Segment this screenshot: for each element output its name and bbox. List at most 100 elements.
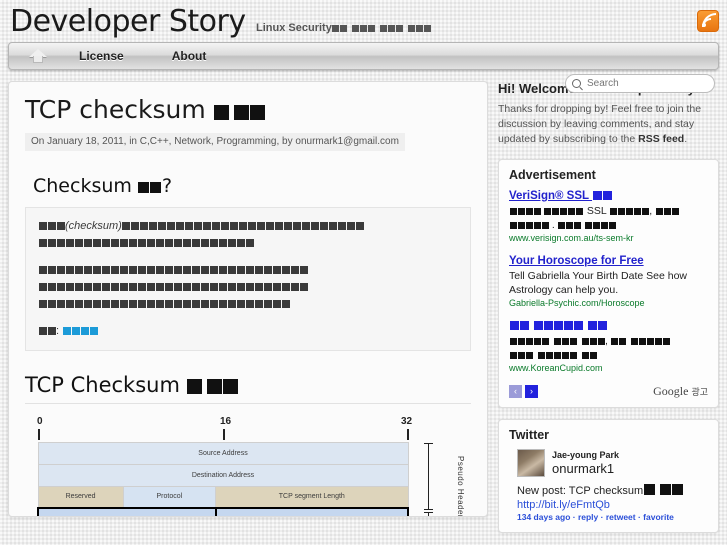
tofu-link-run[interactable] (59, 325, 98, 337)
advertisement-title: Advertisement (509, 168, 596, 182)
table-row: Source Port Destination Port (37, 507, 410, 516)
tofu-run (38, 325, 56, 337)
ad-url[interactable]: www.verisign.com.au/ts-sem-kr (509, 232, 708, 245)
twitter-user[interactable]: Jae-young Park onurmark1 (517, 449, 708, 477)
page-root: Developer Story Linux Security License A… (0, 0, 727, 545)
tofu-run (38, 220, 65, 232)
ad-body: , (509, 334, 708, 362)
field-reserved: Reserved (37, 485, 124, 509)
section-heading-suffix: ? (161, 174, 173, 197)
ad-body: Tell Gabriella Your Birth Date See how A… (509, 270, 688, 296)
ad-footer: ‹ › Google 광고 (509, 384, 708, 399)
ad-item: , www.KoreanCupid.com (509, 319, 708, 375)
ad-body: SSL , . (509, 204, 708, 232)
ad-pagination: ‹ › (509, 385, 538, 398)
welcome-text-after: . (684, 133, 688, 145)
ad-item: Your Horoscope for Free Tell Gabriella Y… (509, 254, 708, 310)
advertisement-card: Advertisement VeriSign® SSL SSL , . www.… (498, 159, 719, 408)
ad-link-text: VeriSign® SSL (509, 190, 593, 202)
ad-next-button[interactable]: › (525, 385, 538, 398)
diagram-bit-scale: 0 16 32 (37, 416, 459, 442)
twitter-post-label: New post: TCP checksum (517, 485, 644, 497)
ad-inline-text: SSL (586, 205, 607, 217)
quote-italic-term: (checksum) (65, 219, 122, 232)
twitter-retweet-action[interactable]: retweet (606, 512, 636, 522)
ad-prev-button[interactable]: ‹ (509, 385, 522, 398)
quote-paragraph-1: (checksum) (38, 218, 458, 252)
google-wordmark: Google (653, 384, 689, 398)
quote-paragraph-2 (38, 262, 458, 313)
nav-item-about[interactable]: About (148, 42, 231, 70)
tofu-run (509, 205, 587, 217)
post-title: TCP checksum (25, 96, 471, 124)
field-source-address: Source Address (37, 441, 409, 465)
main-nav: License About (8, 42, 719, 70)
tagline-text: Linux Security (256, 22, 332, 34)
ad-url[interactable]: www.KoreanCupid.com (509, 362, 708, 375)
table-row: Reserved Protocol TCP segment Length (37, 485, 409, 509)
section-heading-2-text: TCP Checksum (25, 372, 180, 397)
avatar (517, 449, 545, 477)
sep: · (570, 512, 578, 522)
nav-item-license[interactable]: License (55, 42, 148, 70)
ad-link-tofu (509, 320, 607, 332)
site-tagline: Linux Security (256, 16, 432, 40)
section-heading-tcp-checksum: TCP Checksum (25, 373, 471, 397)
pseudo-header-brace (424, 442, 433, 510)
twitter-post-link[interactable]: http://bit.ly/eFmtQb (517, 499, 708, 511)
nav-item-home[interactable] (21, 42, 55, 70)
google-ads-suffix: 광고 (691, 388, 708, 398)
scale-label-32: 32 (401, 415, 413, 427)
divider (25, 402, 471, 404)
post-title-tofu (206, 95, 266, 124)
twitter-favorite-action[interactable]: favorite (643, 512, 674, 522)
twitter-title: Twitter (509, 428, 550, 442)
twitter-handle: onurmark1 (552, 461, 615, 476)
twitter-post-text: New post: TCP checksum (517, 484, 708, 499)
search-box[interactable] (565, 74, 715, 93)
rss-icon[interactable] (697, 10, 719, 32)
section-heading-checksum: Checksum ? (33, 175, 471, 197)
diagram-table: Source Address Destination Address Reser… (37, 441, 410, 516)
field-destination-address: Destination Address (37, 463, 409, 487)
welcome-body: Thanks for dropping by! Feel free to joi… (498, 102, 719, 147)
search-input[interactable] (585, 77, 708, 90)
section-heading-tofu (138, 175, 162, 197)
field-tcp-seg-len: TCP segment Length (215, 485, 409, 509)
rss-feed-link[interactable]: RSS feed (638, 133, 684, 145)
field-source-port: Source Port (37, 507, 217, 516)
ad-link-koreancupid[interactable] (509, 319, 708, 333)
tofu-run (38, 264, 308, 310)
twitter-display-name: Jae-young Park (552, 450, 620, 460)
twitter-timestamp: 134 days ago (517, 512, 571, 522)
site-title[interactable]: Developer Story (10, 4, 246, 40)
tagline-tofu (332, 22, 432, 34)
home-icon-body (33, 56, 43, 63)
ad-url[interactable]: Gabriella-Psychic.com/Horoscope (509, 297, 708, 310)
sidebar: Hi! Welcome to Developer Story! Thanks f… (498, 81, 719, 544)
twitter-reply-action[interactable]: reply (578, 512, 598, 522)
scale-label-16: 16 (220, 415, 232, 427)
ad-link-horoscope[interactable]: Your Horoscope for Free (509, 254, 708, 268)
post-title-text: TCP checksum (25, 95, 206, 124)
pseudo-header-label: Pseudo Header (456, 455, 465, 517)
google-ads-brand: Google 광고 (653, 384, 708, 399)
field-protocol: Protocol (122, 485, 217, 509)
field-destination-port: Destination Port (214, 507, 410, 516)
table-row: Source Address (37, 441, 409, 465)
section-heading-text: Checksum (33, 174, 138, 197)
section-heading-2-tofu (180, 373, 239, 397)
layout-columns: TCP checksum On January 18, 2011, in C,C… (0, 81, 727, 544)
real-header-brace (424, 511, 433, 516)
twitter-card: Twitter Jae-young Park onurmark1 New pos… (498, 419, 719, 533)
ad-link-verisign[interactable]: VeriSign® SSL (509, 189, 708, 203)
twitter-post-actions[interactable]: 134 days ago · reply · retweet · favorit… (517, 511, 708, 524)
main-content: TCP checksum On January 18, 2011, in C,C… (8, 81, 488, 517)
masthead: Developer Story Linux Security (0, 0, 727, 42)
search-bar (565, 74, 715, 93)
table-row: Destination Address (37, 463, 409, 487)
scale-label-0: 0 (37, 415, 43, 427)
post-meta: On January 18, 2011, in C,C++, Network, … (25, 132, 405, 151)
twitter-post-tofu (643, 484, 683, 497)
tcp-header-diagram: 0 16 32 Source Address Destination Addre… (25, 416, 471, 517)
